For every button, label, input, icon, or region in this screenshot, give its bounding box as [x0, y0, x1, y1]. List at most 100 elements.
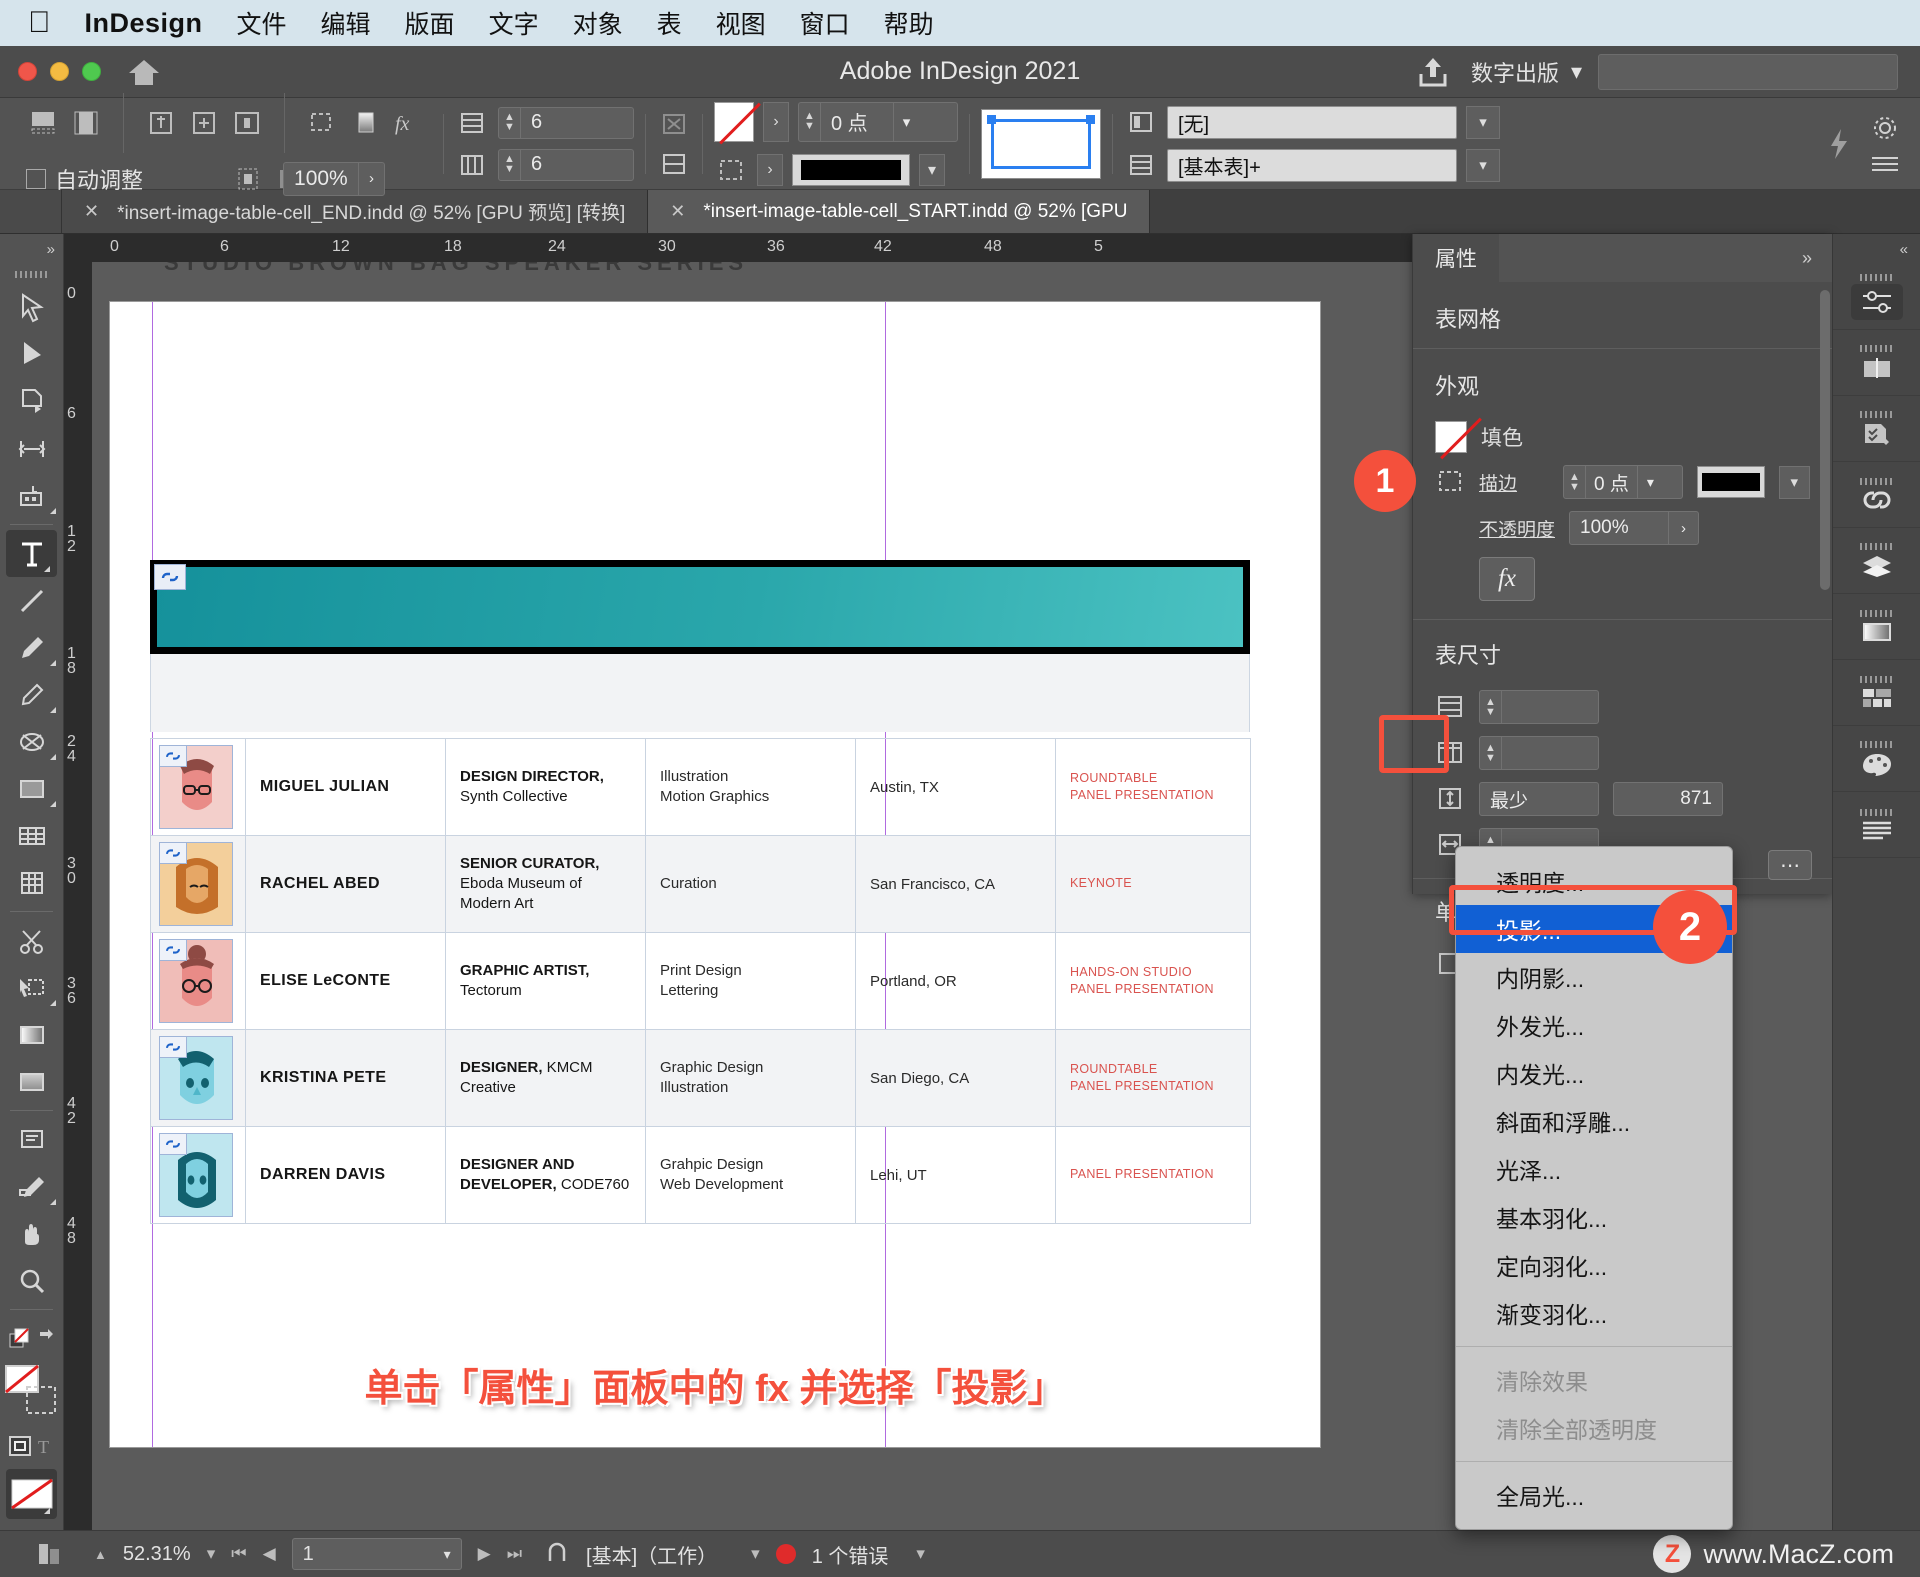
gradient-panel-icon[interactable]: [1833, 594, 1920, 660]
object-styles-panel-icon[interactable]: [1833, 660, 1920, 726]
object-style-select[interactable]: [无]: [1167, 105, 1457, 139]
menu-item-satin[interactable]: 光泽...: [1456, 1145, 1732, 1193]
hand-tool[interactable]: [0, 1210, 63, 1257]
table-tool[interactable]: [0, 812, 63, 859]
menu-item-outer-glow[interactable]: 外发光...: [1456, 1001, 1732, 1049]
menu-window[interactable]: 窗口: [800, 5, 850, 41]
workspace-status[interactable]: [基本]（工作）: [586, 1540, 717, 1569]
menu-help[interactable]: 帮助: [884, 5, 934, 41]
menu-type[interactable]: 文字: [489, 5, 539, 41]
table-style-select[interactable]: [基本表]+: [1167, 148, 1457, 182]
last-page-button[interactable]: ⏭: [507, 1544, 522, 1564]
stroke-weight-chevron-icon[interactable]: ▾: [893, 102, 919, 141]
menu-file[interactable]: 文件: [237, 5, 287, 41]
scissors-tool[interactable]: [0, 917, 63, 964]
skills-cell[interactable]: Print Design Lettering: [645, 932, 856, 1030]
menu-item-gradient-feather[interactable]: 渐变羽化...: [1456, 1289, 1732, 1337]
control-panel-menu-icon[interactable]: [1870, 155, 1900, 173]
table-row[interactable]: MIGUEL JULIAN DESIGN DIRECTOR, Synth Coll…: [150, 738, 1251, 836]
auto-fit-checkbox[interactable]: [26, 168, 46, 189]
document-tab-start[interactable]: ✕ *insert-image-table-cell_START.indd @ …: [648, 190, 1151, 233]
swatches-panel-icon[interactable]: [1833, 726, 1920, 792]
properties-tab[interactable]: 属性: [1413, 234, 1499, 282]
fill-none-swatch[interactable]: [1435, 421, 1467, 453]
table-columns-field[interactable]: ▲ ▼: [1479, 736, 1599, 770]
stroke-color-swatch[interactable]: [1696, 466, 1765, 498]
table-row[interactable]: ELISE LeCONTE GRAPHIC ARTIST, Tectorum Pr…: [150, 932, 1251, 1030]
rows-field[interactable]: ▲ ▼ 6: [498, 106, 634, 139]
column-tool[interactable]: [0, 859, 63, 906]
page-tool[interactable]: [0, 378, 63, 425]
menu-item-directional-feather[interactable]: 定向羽化...: [1456, 1241, 1732, 1289]
effects-fx-icon[interactable]: fx: [391, 108, 425, 138]
menu-item-global-light[interactable]: 全局光...: [1456, 1471, 1732, 1519]
location-cell[interactable]: San Francisco, CA: [855, 835, 1056, 933]
workspace-switcher[interactable]: 数字出版 ▾: [1471, 56, 1582, 88]
gradient-swatch-tool[interactable]: [0, 1011, 63, 1058]
fit-content-to-frame-icon[interactable]: [144, 108, 178, 138]
workspace-chevron-icon[interactable]: ▾: [751, 1544, 760, 1564]
selected-banner-object[interactable]: [150, 560, 1250, 654]
home-icon[interactable]: [127, 57, 161, 87]
eyedropper-tool[interactable]: [0, 1163, 63, 1210]
skills-cell[interactable]: Curation: [645, 835, 856, 933]
fit-content-proportionally-icon[interactable]: [26, 108, 60, 138]
close-tab-icon[interactable]: ✕: [670, 201, 685, 222]
topic-cell[interactable]: ROUNDTABLE PANEL PRESENTATION: [1055, 1029, 1251, 1127]
role-cell[interactable]: DESIGNER, KMCM Creative: [445, 1029, 646, 1127]
opacity-chevron-icon[interactable]: ›: [1668, 512, 1698, 544]
unmerge-cells-icon[interactable]: [657, 109, 691, 139]
opacity-label[interactable]: 不透明度: [1479, 515, 1555, 542]
type-tool[interactable]: [6, 530, 57, 577]
menu-object[interactable]: 对象: [573, 5, 623, 41]
topic-cell[interactable]: PANEL PRESENTATION: [1055, 1126, 1251, 1224]
name-cell[interactable]: MIGUEL JULIAN: [245, 738, 446, 836]
fx-row[interactable]: fx: [1413, 551, 1832, 607]
apple-icon[interactable]: : [28, 8, 51, 38]
avatar-miguel[interactable]: [159, 745, 233, 829]
dock-collapse-icon[interactable]: «: [1833, 234, 1920, 264]
table-row[interactable]: DARREN DAVIS DESIGNER AND DEVELOPER, COD…: [150, 1126, 1251, 1224]
zoom-level[interactable]: 52.31%: [123, 1543, 191, 1566]
topic-cell[interactable]: HANDS-ON STUDIO PANEL PRESENTATION: [1055, 932, 1251, 1030]
note-tool[interactable]: [0, 1116, 63, 1163]
avatar-cell[interactable]: [150, 1029, 246, 1127]
role-cell[interactable]: DESIGN DIRECTOR, Synth Collective: [445, 738, 646, 836]
gap-tool[interactable]: [0, 425, 63, 472]
skills-cell[interactable]: Illustration Motion Graphics: [645, 738, 856, 836]
next-page-button[interactable]: ▶: [478, 1544, 491, 1564]
object-style-chevron-icon[interactable]: ▾: [1466, 105, 1500, 139]
maximize-window-button[interactable]: [82, 62, 101, 81]
links-panel-icon[interactable]: [1833, 462, 1920, 528]
zoom-tool[interactable]: [0, 1257, 63, 1304]
location-cell[interactable]: Lehi, UT: [855, 1126, 1056, 1224]
stroke-row[interactable]: 描边 ▲ ▼ 0 点 ▾ ▾: [1413, 459, 1832, 505]
menu-layout[interactable]: 版面: [405, 5, 455, 41]
avatar-kristina[interactable]: [159, 1036, 233, 1120]
window-controls[interactable]: [0, 62, 101, 81]
status-resize-grip[interactable]: ▲: [94, 1547, 107, 1562]
row-height-mode-select[interactable]: 最少: [1479, 782, 1599, 816]
pencil-tool[interactable]: [0, 671, 63, 718]
stroke-label[interactable]: 描边: [1479, 469, 1549, 496]
table-preview[interactable]: [981, 108, 1101, 179]
scale-percent-field[interactable]: 100% ›: [283, 161, 386, 196]
fill-none-swatch[interactable]: [714, 101, 754, 142]
stroke-weight-stepper[interactable]: ▲ ▼: [799, 102, 821, 141]
previous-page-button[interactable]: ◀: [263, 1544, 276, 1564]
paragraph-styles-panel-icon[interactable]: [1833, 792, 1920, 858]
menu-edit[interactable]: 编辑: [321, 5, 371, 41]
vertical-ruler[interactable]: 0 6 12 18 24 30 36 42 48: [64, 234, 92, 1530]
error-chevron-icon[interactable]: ▾: [916, 1544, 925, 1564]
pen-tool[interactable]: [0, 624, 63, 671]
stroke-weight-field[interactable]: ▲ ▼ 0 点 ▾: [798, 101, 958, 142]
stroke-weight-chevron-icon[interactable]: ▾: [1636, 466, 1663, 498]
table-row[interactable]: RACHEL ABED SENIOR CURATOR, Eboda Museum …: [150, 835, 1251, 933]
columns-stepper[interactable]: ▲ ▼: [499, 149, 521, 180]
table-style-chevron-icon[interactable]: ▾: [1466, 148, 1500, 182]
rectangle-tool[interactable]: [0, 765, 63, 812]
page-number-chevron-icon[interactable]: ▾: [444, 1546, 451, 1563]
skills-cell[interactable]: Graphic Design Illustration: [645, 1029, 856, 1127]
fill-stroke-swatches[interactable]: [0, 1362, 63, 1422]
role-cell[interactable]: GRAPHIC ARTIST, Tectorum: [445, 932, 646, 1030]
